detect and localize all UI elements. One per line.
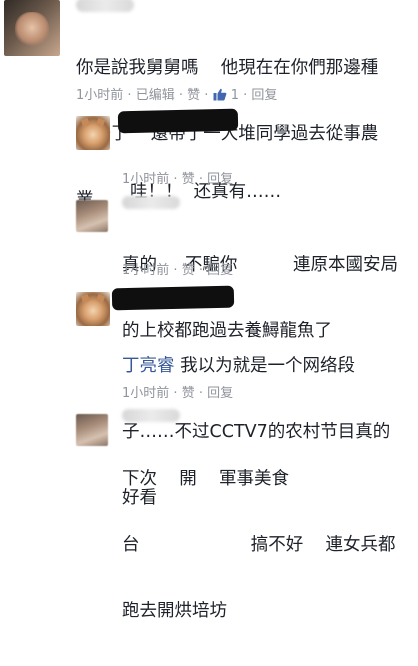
comment-text-line: 台 搞不好 連女兵都: [122, 535, 396, 555]
blurred-commenter-name: [76, 0, 134, 12]
separator: ·: [243, 88, 248, 103]
comment-text-line: 下次 開 軍事美食: [122, 469, 290, 489]
separator: ·: [198, 263, 203, 278]
reply-button[interactable]: 回复: [207, 263, 233, 278]
reply-button[interactable]: 回复: [207, 386, 233, 401]
timestamp-link[interactable]: 1小时前: [122, 386, 169, 401]
edited-link[interactable]: 已编辑: [136, 88, 175, 103]
separator: ·: [173, 172, 178, 187]
reply-button[interactable]: 回复: [207, 172, 233, 187]
redacted-name-bar: [111, 285, 235, 311]
reply-button[interactable]: 回复: [251, 88, 277, 103]
separator: ·: [178, 88, 183, 103]
redacted-name-bar: [117, 108, 239, 134]
like-button[interactable]: 赞: [187, 88, 200, 103]
timestamp-link[interactable]: 1小时前: [122, 263, 169, 278]
commenter-name-link[interactable]: 丁亮睿: [122, 356, 175, 376]
comment-text: 下次 開 軍事美食 台 搞不好 連女兵都 跑去開烘培坊: [122, 424, 396, 666]
comment-text-span: 我以为就是一个网络段: [174, 356, 356, 376]
separator: ·: [127, 88, 132, 103]
like-button[interactable]: 赞: [182, 263, 195, 278]
like-count: 1: [230, 88, 239, 103]
comment-text-line: 你是說我舅舅嗎 他現在在你們那邊種: [76, 58, 379, 78]
blurred-commenter-name: [122, 196, 180, 209]
like-button[interactable]: 赞: [182, 386, 195, 401]
separator: ·: [198, 172, 203, 187]
separator: ·: [173, 263, 178, 278]
comment-meta: 1小时前 · 已编辑 · 赞 · 1 · 回复: [76, 84, 277, 103]
commenter-avatar[interactable]: [76, 200, 108, 232]
comment-meta: 1小时前 · 赞 · 回复: [122, 382, 233, 401]
commenter-avatar[interactable]: [76, 116, 110, 150]
timestamp-link[interactable]: 1小时前: [76, 88, 123, 103]
commenter-avatar[interactable]: [76, 292, 110, 326]
blurred-commenter-name: [122, 409, 180, 422]
comment-text-line: 丁亮睿 我以为就是一个网络段: [122, 355, 390, 377]
separator: ·: [204, 88, 209, 103]
comment-meta: 1小时前 · 赞 · 回复: [122, 259, 233, 278]
timestamp-link[interactable]: 1小时前: [122, 172, 169, 187]
comment-meta: 1小时前 · 赞 · 回复: [122, 168, 233, 187]
separator: ·: [198, 386, 203, 401]
commenter-avatar[interactable]: [76, 414, 108, 446]
separator: ·: [173, 386, 178, 401]
comment-text-line: 跑去開烘培坊: [122, 601, 227, 621]
thumbs-up-icon: [213, 88, 226, 101]
like-button[interactable]: 赞: [182, 172, 195, 187]
commenter-avatar[interactable]: [4, 0, 60, 56]
